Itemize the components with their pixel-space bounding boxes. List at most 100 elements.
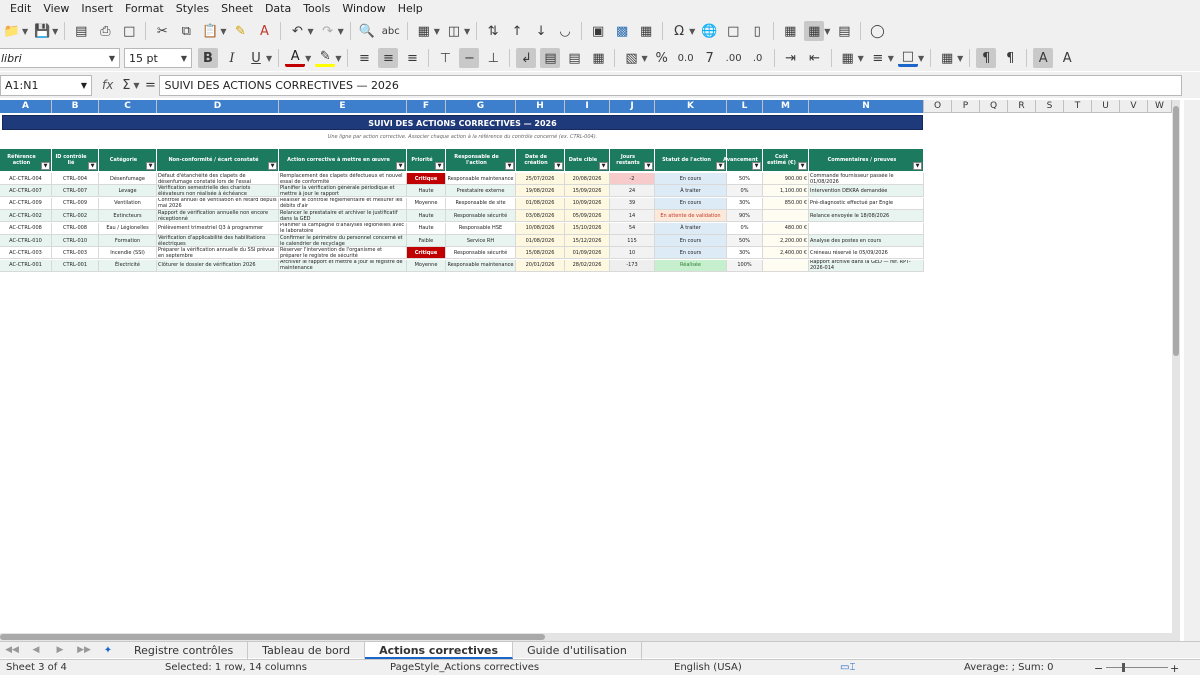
menu-item[interactable]: Sheet	[215, 0, 259, 17]
center-vertically-icon[interactable]: −	[459, 48, 480, 68]
autofilter-dropdown-icon[interactable]: ▼	[505, 162, 514, 170]
menu-item[interactable]: Window	[336, 0, 391, 17]
table-cell[interactable]: AC-CTRL-009	[0, 197, 52, 210]
table-cell[interactable]: -173	[610, 259, 655, 272]
comment-icon[interactable]: □	[723, 21, 743, 41]
table-header-cell[interactable]: Non-conformité / écart constaté ▼	[157, 149, 279, 171]
table-cell[interactable]: Responsable maintenance	[446, 259, 516, 272]
unmerge-cells-icon[interactable]: ▦	[588, 48, 608, 68]
table-header-cell[interactable]: Statut de l'action ▼	[655, 149, 727, 171]
column-header[interactable]: B	[52, 100, 99, 113]
menu-item[interactable]: View	[37, 0, 75, 17]
split-window-icon[interactable]: ▤	[834, 21, 854, 41]
table-cell[interactable]: CTRL-003	[52, 247, 99, 260]
table-cell[interactable]: Rapport de vérification annuelle non enc…	[157, 210, 279, 223]
column-header[interactable]: W	[1148, 100, 1172, 113]
borders-icon[interactable]: ▦	[838, 48, 858, 68]
column-header[interactable]: K	[655, 100, 727, 113]
table-cell[interactable]: Vérification d'applicabilité des habilit…	[157, 235, 279, 247]
undo-icon[interactable]: ↶	[287, 21, 307, 41]
table-cell[interactable]: Levage	[99, 185, 157, 198]
currency-icon[interactable]: ▧	[621, 48, 641, 68]
table-cell[interactable]: Eau / Légionelles	[99, 222, 157, 235]
text-direction-ltr-icon[interactable]: A	[1033, 48, 1054, 68]
table-cell[interactable]: Analyse des postes en cours	[809, 235, 924, 247]
sum-icon[interactable]: Σ	[119, 75, 133, 95]
right-to-left-icon[interactable]: ¶	[1000, 48, 1020, 68]
table-cell[interactable]: Créneau réservé le 05/09/2026	[809, 247, 924, 260]
vertical-scroll-thumb[interactable]	[1173, 106, 1179, 356]
table-cell[interactable]: Critique	[407, 247, 446, 260]
table-cell[interactable]: -2	[610, 173, 655, 185]
zoom-out-icon[interactable]: −	[1094, 662, 1103, 675]
table-cell[interactable]: 15/10/2026	[565, 222, 610, 235]
table-cell[interactable]: 100%	[727, 259, 763, 272]
table-cell[interactable]: 39	[610, 197, 655, 210]
table-cell[interactable]: CTRL-007	[52, 185, 99, 198]
formula-input[interactable]: SUIVI DES ACTIONS CORRECTIVES — 2026	[159, 74, 1182, 96]
table-cell[interactable]: 19/08/2026	[516, 185, 565, 198]
table-cell[interactable]: 14	[610, 210, 655, 223]
percent-icon[interactable]: %	[652, 48, 672, 68]
table-cell[interactable]: 01/09/2026	[565, 247, 610, 260]
table-cell[interactable]: 2,400.00 €	[763, 247, 809, 260]
column-header[interactable]: J	[610, 100, 655, 113]
column-header[interactable]: A	[0, 100, 52, 113]
table-cell[interactable]: En cours	[655, 235, 727, 247]
table-header-cell[interactable]: Date de création ▼	[516, 149, 565, 171]
save-icon[interactable]: 💾	[32, 21, 52, 41]
border-color-icon[interactable]: □	[897, 49, 918, 67]
table-cell[interactable]: 54	[610, 222, 655, 235]
align-center-icon[interactable]: ≡	[378, 48, 399, 68]
table-cell[interactable]: Prélèvement trimestriel Q3 à programmer	[157, 222, 279, 235]
column-header[interactable]: L	[727, 100, 763, 113]
table-header-cell[interactable]: Catégorie ▼	[99, 149, 157, 171]
table-cell[interactable]: Intervention DEKRA demandée	[809, 185, 924, 198]
conditional-format-icon[interactable]: ▦	[937, 48, 957, 68]
hyperlink-icon[interactable]: 🌐	[699, 21, 719, 41]
column-header[interactable]: V	[1120, 100, 1148, 113]
table-cell[interactable]: Prestataire externe	[446, 185, 516, 198]
horizontal-scrollbar[interactable]	[0, 633, 1172, 641]
sheet-tab[interactable]: Registre contrôles	[120, 641, 249, 659]
table-cell[interactable]: AC-CTRL-003	[0, 247, 52, 260]
find-replace-icon[interactable]: 🔍	[357, 21, 377, 41]
sort-descending-icon[interactable]: ↓	[531, 21, 551, 41]
text-direction-ttb-icon[interactable]: A	[1057, 48, 1077, 68]
table-cell[interactable]: 900.00 €	[763, 173, 809, 185]
table-cell[interactable]: 30%	[727, 247, 763, 260]
table-cell[interactable]: 10	[610, 247, 655, 260]
table-cell[interactable]: À traiter	[655, 185, 727, 198]
column-header[interactable]: C	[99, 100, 157, 113]
table-cell[interactable]: AC-CTRL-008	[0, 222, 52, 235]
table-cell[interactable]: 115	[610, 235, 655, 247]
table-cell[interactable]: Service RH	[446, 235, 516, 247]
menu-item[interactable]: Format	[119, 0, 170, 17]
column-header[interactable]: R	[1008, 100, 1036, 113]
column-header[interactable]: T	[1064, 100, 1092, 113]
sheet-subtitle[interactable]: Une ligne par action corrective. Associe…	[2, 132, 923, 142]
column-header[interactable]: S	[1036, 100, 1064, 113]
table-cell[interactable]: 20/01/2026	[516, 259, 565, 272]
add-sheet-icon[interactable]: ✦	[98, 640, 118, 660]
clone-format-icon[interactable]: ✎	[230, 21, 250, 41]
table-cell[interactable]: Moyenne	[407, 259, 446, 272]
autofilter-dropdown-icon[interactable]: ▼	[599, 162, 608, 170]
column-header[interactable]: O	[924, 100, 952, 113]
function-wizard-icon[interactable]: fx	[102, 78, 113, 92]
table-cell[interactable]: CTRL-002	[52, 210, 99, 223]
table-header-cell[interactable]: Priorité ▼	[407, 149, 446, 171]
table-cell[interactable]: 0%	[727, 222, 763, 235]
table-cell[interactable]: 50%	[727, 235, 763, 247]
table-cell[interactable]: Moyenne	[407, 197, 446, 210]
table-cell[interactable]: 20/08/2026	[565, 173, 610, 185]
table-header-cell[interactable]: Coût estimé (€) ▼	[763, 149, 809, 171]
sheet-tab[interactable]: Actions correctives	[365, 641, 514, 659]
font-size-combo[interactable]: 15 pt ▼	[124, 48, 192, 68]
autofilter-dropdown-icon[interactable]: ▼	[268, 162, 277, 170]
table-cell[interactable]: Remplacement des clapets défectueux et n…	[279, 173, 407, 185]
sort-icon[interactable]: ⇅	[483, 21, 503, 41]
merge-cells-icon[interactable]: ▤	[564, 48, 584, 68]
zoom-in-icon[interactable]: +	[1170, 662, 1179, 675]
table-cell[interactable]: 28/02/2026	[565, 259, 610, 272]
